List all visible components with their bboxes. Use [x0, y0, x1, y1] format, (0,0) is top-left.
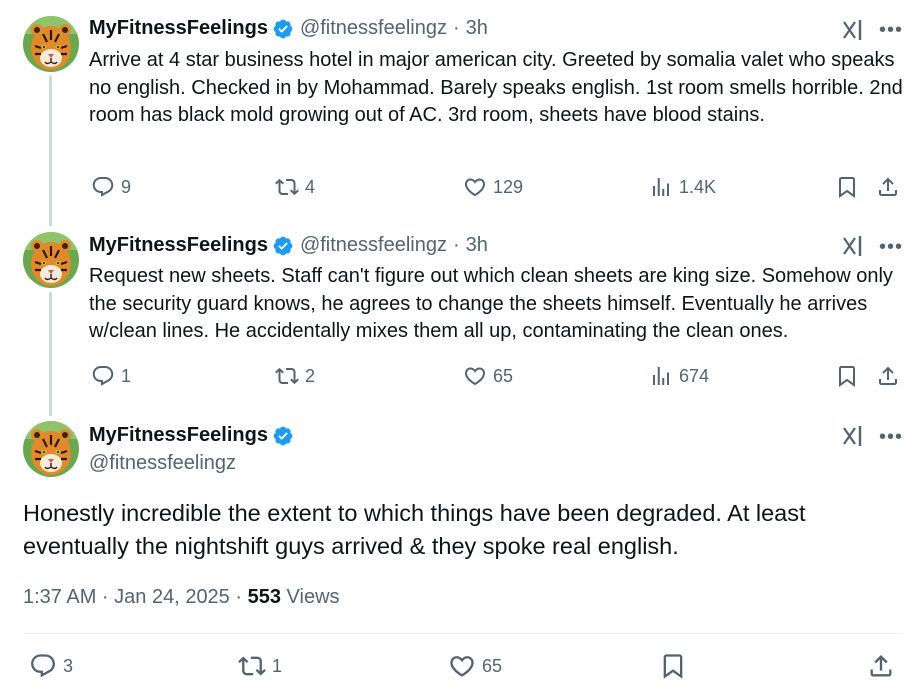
- heart-icon: [448, 652, 476, 680]
- like-count: 65: [482, 655, 503, 676]
- repost-button[interactable]: 1: [238, 652, 282, 680]
- grok-icon[interactable]: [841, 234, 865, 258]
- tweet-text: Request new sheets. Staff can't figure o…: [89, 265, 893, 342]
- share-icon: [876, 364, 900, 388]
- username[interactable]: @fitnessfeelingz: [89, 452, 236, 475]
- like-button[interactable]: 129: [463, 175, 523, 199]
- reply-button[interactable]: 1: [91, 364, 131, 388]
- more-icon[interactable]: •••: [879, 20, 903, 40]
- reply-count: 9: [121, 176, 132, 197]
- separator-dot: ·: [452, 17, 460, 39]
- reply-button[interactable]: 3: [29, 652, 73, 680]
- share-icon: [867, 652, 895, 680]
- display-name[interactable]: MyFitnessFeelings: [89, 424, 268, 447]
- bookmark-button[interactable]: [659, 652, 687, 680]
- grok-icon[interactable]: [841, 424, 865, 448]
- tiger-avatar[interactable]: [23, 232, 79, 288]
- repost-count: 4: [305, 176, 316, 197]
- tweet-meta: 1:37 AM · Jan 24, 2025 · 553 Views: [23, 586, 340, 609]
- heart-icon: [463, 364, 487, 388]
- display-name[interactable]: MyFitnessFeelings: [89, 17, 268, 40]
- share-button[interactable]: [876, 175, 900, 199]
- reply-icon: [29, 652, 57, 680]
- tweet-text: Honestly incredible the extent to which …: [23, 500, 806, 559]
- repost-button[interactable]: 4: [275, 175, 315, 199]
- heart-icon: [463, 175, 487, 199]
- bookmark-button[interactable]: [835, 364, 859, 388]
- reply-button[interactable]: 9: [91, 175, 131, 199]
- share-button[interactable]: [876, 364, 900, 388]
- bookmark-icon: [659, 652, 687, 680]
- bookmark-icon: [835, 364, 859, 388]
- tweet-header: MyFitnessFeelings @fitnessfeelingz · 3h: [89, 234, 488, 257]
- divider: [23, 633, 903, 634]
- more-icon[interactable]: •••: [879, 427, 903, 447]
- like-count: 129: [493, 176, 524, 197]
- tweet-header: MyFitnessFeelings @fitnessfeelingz · 3h: [89, 17, 488, 40]
- username[interactable]: @fitnessfeelingz: [300, 17, 447, 40]
- tiger-avatar[interactable]: [23, 421, 79, 477]
- views-icon: [649, 175, 673, 199]
- tweet-header: MyFitnessFeelings: [89, 424, 294, 447]
- verified-badge-icon[interactable]: [272, 235, 294, 257]
- tweet-text: Arrive at 4 star business hotel in major…: [89, 49, 903, 126]
- reply-count: 1: [121, 365, 132, 386]
- share-button[interactable]: [867, 652, 895, 680]
- repost-button[interactable]: 2: [275, 364, 315, 388]
- thread-connector: [49, 76, 52, 226]
- display-name[interactable]: MyFitnessFeelings: [89, 234, 268, 257]
- views-count: 674: [679, 365, 710, 386]
- repost-icon: [275, 175, 299, 199]
- timestamp[interactable]: 3h: [466, 234, 488, 257]
- verified-badge-icon[interactable]: [272, 425, 294, 447]
- timestamp[interactable]: 3h: [466, 17, 488, 40]
- grok-icon[interactable]: [841, 18, 865, 42]
- timestamp[interactable]: 1:37 AM · Jan 24, 2025 ·: [23, 586, 248, 608]
- like-button[interactable]: 65: [448, 652, 502, 680]
- like-button[interactable]: 65: [463, 364, 513, 388]
- tiger-avatar[interactable]: [23, 16, 79, 72]
- separator-dot: ·: [452, 234, 460, 256]
- repost-icon: [275, 364, 299, 388]
- more-icon[interactable]: •••: [879, 237, 903, 257]
- share-icon: [876, 175, 900, 199]
- views-count: 1.4K: [679, 176, 717, 197]
- views-button[interactable]: 674: [649, 364, 709, 388]
- reply-icon: [91, 175, 115, 199]
- repost-count: 1: [272, 655, 283, 676]
- bookmark-icon: [835, 175, 859, 199]
- views-label: Views: [280, 586, 340, 608]
- views-icon: [649, 364, 673, 388]
- thread-connector: [49, 292, 52, 416]
- like-count: 65: [493, 365, 514, 386]
- views-button[interactable]: 1.4K: [649, 175, 716, 199]
- username[interactable]: @fitnessfeelingz: [300, 234, 447, 257]
- repost-count: 2: [305, 365, 316, 386]
- verified-badge-icon[interactable]: [272, 18, 294, 40]
- bookmark-button[interactable]: [835, 175, 859, 199]
- reply-count: 3: [63, 655, 74, 676]
- views-count: 553: [247, 586, 281, 608]
- reply-icon: [91, 364, 115, 388]
- repost-icon: [238, 652, 266, 680]
